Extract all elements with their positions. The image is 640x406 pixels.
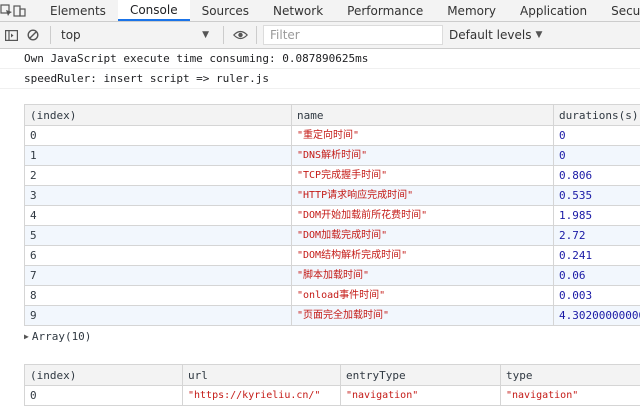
column-header[interactable]: entryType — [341, 365, 501, 386]
filter-input[interactable]: Filter — [263, 25, 443, 45]
tab-elements[interactable]: Elements — [38, 0, 118, 21]
index-cell: 1 — [25, 146, 292, 166]
column-header[interactable]: durations(s) — [554, 105, 640, 126]
index-cell: 4 — [25, 206, 292, 226]
entry-type-cell: "navigation" — [341, 386, 501, 406]
index-cell: 0 — [25, 126, 292, 146]
url-cell: "https://kyrieliu.cn/" — [183, 386, 341, 406]
tab-sources[interactable]: Sources — [190, 0, 261, 21]
table-row: 0 "重定向时间" 0 — [25, 126, 640, 146]
index-cell: 6 — [25, 246, 292, 266]
inspect-element-icon[interactable] — [0, 0, 13, 21]
toolbar-divider — [223, 26, 224, 44]
log-levels-label: Default levels — [449, 28, 531, 42]
index-cell: 9 — [25, 306, 292, 326]
duration-cell: 0.535 — [554, 186, 640, 206]
clear-console-icon[interactable] — [22, 22, 44, 48]
chevron-down-icon: ▼ — [535, 30, 542, 40]
table-row: 6 "DOM结构解析完成时间" 0.241 — [25, 246, 640, 266]
index-cell: 5 — [25, 226, 292, 246]
log-levels-dropdown[interactable]: Default levels ▼ — [449, 28, 542, 42]
name-cell: "TCP完成握手时间" — [292, 166, 554, 186]
table-row: 8 "onload事件时间" 0.003 — [25, 286, 640, 306]
tab-performance[interactable]: Performance — [335, 0, 435, 21]
column-header[interactable]: name — [292, 105, 554, 126]
devtools-tabbar: Elements Console Sources Network Perform… — [0, 0, 640, 22]
table-header-row: (index) url entryType type — [25, 365, 640, 386]
table-row: 5 "DOM加载完成时间" 2.72 — [25, 226, 640, 246]
type-cell: "navigation" — [501, 386, 640, 406]
duration-cell: 0.003 — [554, 286, 640, 306]
table-row: 0 "https://kyrieliu.cn/" "navigation" "n… — [25, 386, 640, 406]
table-row: 3 "HTTP请求响应完成时间" 0.535 — [25, 186, 640, 206]
duration-cell: 0 — [554, 126, 640, 146]
console-message: Own JavaScript execute time consuming: 0… — [0, 49, 640, 69]
table-header-row: (index) name durations(s) — [25, 105, 640, 126]
device-toolbar-icon[interactable] — [13, 0, 26, 21]
tab-console[interactable]: Console — [118, 0, 190, 21]
table-row: 1 "DNS解析时间" 0 — [25, 146, 640, 166]
name-cell: "DNS解析时间" — [292, 146, 554, 166]
duration-cell: 1.985 — [554, 206, 640, 226]
name-cell: "HTTP请求响应完成时间" — [292, 186, 554, 206]
name-cell: "DOM加载完成时间" — [292, 226, 554, 246]
index-cell: 3 — [25, 186, 292, 206]
console-message: speedRuler: insert script => ruler.js — [0, 69, 640, 89]
array-expander[interactable]: ▶ Array(10) — [24, 327, 91, 345]
array-label: Array(10) — [32, 330, 92, 343]
name-cell: "DOM结构解析完成时间" — [292, 246, 554, 266]
context-value: top — [61, 28, 81, 42]
duration-cell: 0.806 — [554, 166, 640, 186]
column-header[interactable]: type — [501, 365, 640, 386]
timing-table: (index) name durations(s) 0 "重定向时间" 0 1 … — [24, 104, 640, 326]
eye-icon[interactable] — [230, 22, 250, 48]
expand-triangle-icon: ▶ — [24, 332, 29, 341]
table-row: 2 "TCP完成握手时间" 0.806 — [25, 166, 640, 186]
name-cell: "脚本加载时间" — [292, 266, 554, 286]
name-cell: "DOM开始加载前所花费时间" — [292, 206, 554, 226]
duration-cell: 0.241 — [554, 246, 640, 266]
column-header[interactable]: url — [183, 365, 341, 386]
context-selector[interactable]: top ▼ — [57, 24, 217, 46]
tab-memory[interactable]: Memory — [435, 0, 508, 21]
index-cell: 8 — [25, 286, 292, 306]
duration-cell: 0 — [554, 146, 640, 166]
table-row: 4 "DOM开始加载前所花费时间" 1.985 — [25, 206, 640, 226]
toolbar-divider — [50, 26, 51, 44]
table-row: 7 "脚本加载时间" 0.06 — [25, 266, 640, 286]
name-cell: "页面完全加载时间" — [292, 306, 554, 326]
chevron-down-icon: ▼ — [202, 30, 209, 40]
column-header[interactable]: (index) — [25, 105, 292, 126]
name-cell: "重定向时间" — [292, 126, 554, 146]
index-cell: 7 — [25, 266, 292, 286]
toolbar-divider — [256, 26, 257, 44]
name-cell: "onload事件时间" — [292, 286, 554, 306]
duration-cell: 2.72 — [554, 226, 640, 246]
duration-cell: 4.30200000000 — [554, 306, 640, 326]
tab-application[interactable]: Application — [508, 0, 599, 21]
index-cell: 2 — [25, 166, 292, 186]
table-row: 9 "页面完全加载时间" 4.30200000000 — [25, 306, 640, 326]
duration-cell: 0.06 — [554, 266, 640, 286]
column-header[interactable]: (index) — [25, 365, 183, 386]
index-cell: 0 — [25, 386, 183, 406]
console-toolbar: top ▼ Filter Default levels ▼ — [0, 22, 640, 49]
console-sidebar-icon[interactable] — [0, 22, 22, 48]
tab-network[interactable]: Network — [261, 0, 335, 21]
tab-security[interactable]: Securi — [599, 0, 640, 21]
